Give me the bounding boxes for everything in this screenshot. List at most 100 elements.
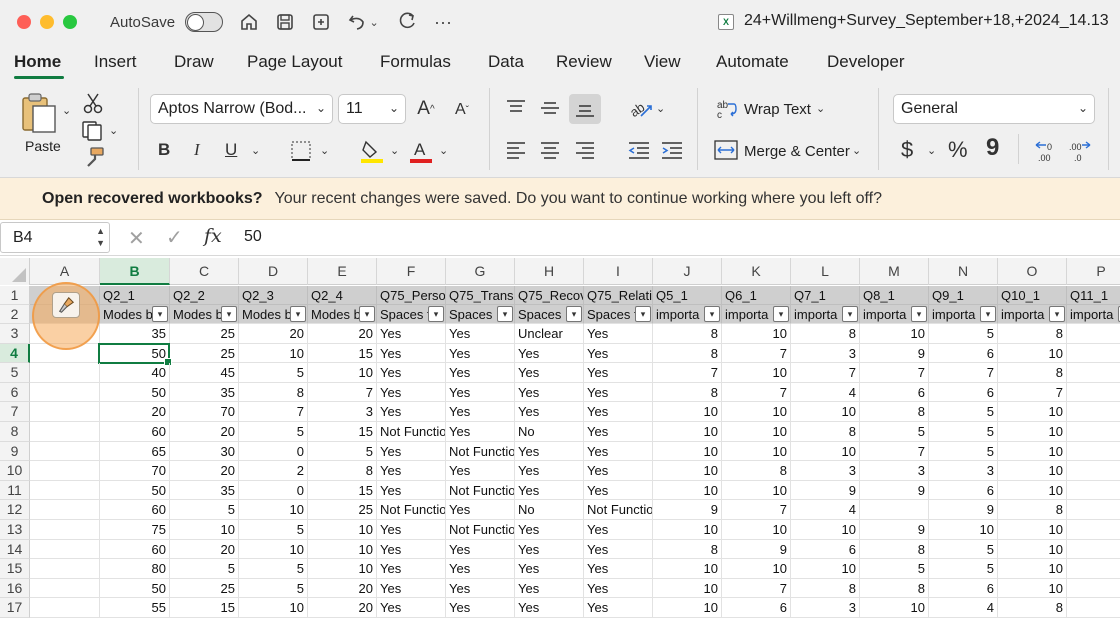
cell-c9[interactable]: 30 bbox=[170, 441, 239, 462]
filter-dropdown-icon[interactable]: ▾ bbox=[290, 306, 306, 322]
cell-a12[interactable] bbox=[30, 500, 100, 520]
cell-d11[interactable]: 0 bbox=[239, 480, 308, 501]
row-header-6[interactable]: 6 bbox=[0, 382, 30, 403]
increase-font-size-icon[interactable]: A ^ bbox=[414, 96, 438, 122]
row-header-10[interactable]: 10 bbox=[0, 461, 30, 481]
cell-i10[interactable]: Yes bbox=[584, 461, 653, 481]
cell-n14[interactable]: 5 bbox=[929, 539, 998, 560]
row-header-2[interactable]: 2 bbox=[0, 305, 30, 324]
cell-b9[interactable]: 65 bbox=[100, 441, 170, 462]
cell-e3[interactable]: 20 bbox=[308, 324, 377, 344]
cell-a9[interactable] bbox=[30, 441, 100, 462]
cell-m6[interactable]: 6 bbox=[860, 382, 929, 403]
cell-f8[interactable]: Not Functio bbox=[377, 422, 446, 442]
cell-f10[interactable]: Yes bbox=[377, 461, 446, 481]
cell-d17[interactable]: 10 bbox=[239, 598, 308, 618]
name-box-stepper-icon[interactable]: ▲ ▼ bbox=[96, 225, 105, 249]
cell-c16[interactable]: 25 bbox=[170, 578, 239, 599]
cell-c8[interactable]: 20 bbox=[170, 422, 239, 442]
column-header-o[interactable]: O bbox=[998, 258, 1067, 285]
column-header-l[interactable]: L bbox=[791, 258, 860, 285]
cell-a6[interactable] bbox=[30, 382, 100, 403]
save-as-icon[interactable] bbox=[311, 12, 331, 32]
cell-p12[interactable] bbox=[1067, 500, 1120, 520]
confirm-entry-icon[interactable]: ✓ bbox=[166, 225, 183, 250]
merge-center-dropdown-chevron-icon[interactable]: ⌄ bbox=[852, 144, 861, 157]
cell-m16[interactable]: 8 bbox=[860, 578, 929, 599]
cell-e11[interactable]: 15 bbox=[308, 480, 377, 501]
row-header-16[interactable]: 16 bbox=[0, 578, 30, 599]
cell-p9[interactable] bbox=[1067, 442, 1120, 462]
header-cell[interactable]: Q6_1 bbox=[722, 286, 791, 305]
column-header-k[interactable]: K bbox=[722, 258, 791, 285]
row-header-1[interactable]: 1 bbox=[0, 286, 30, 305]
cell-d6[interactable]: 8 bbox=[239, 382, 308, 403]
cell-h11[interactable]: Yes bbox=[515, 480, 584, 501]
cell-g13[interactable]: Not Functio bbox=[446, 520, 515, 540]
row-header-14[interactable]: 14 bbox=[0, 539, 30, 560]
cell-l15[interactable]: 10 bbox=[791, 559, 860, 579]
cell-e15[interactable]: 10 bbox=[308, 559, 377, 579]
increase-indent-icon[interactable] bbox=[660, 140, 684, 160]
font-name-select[interactable]: Aptos Narrow (Bod... ⌄ bbox=[150, 94, 333, 124]
cell-a16[interactable] bbox=[30, 578, 100, 599]
cell-b4[interactable]: 50 bbox=[100, 343, 170, 364]
header-cell[interactable]: Q7_1 bbox=[791, 286, 860, 305]
cell-f17[interactable]: Yes bbox=[377, 598, 446, 618]
cell-e12[interactable]: 25 bbox=[308, 500, 377, 520]
cell-k12[interactable]: 7 bbox=[722, 500, 791, 520]
font-color-dropdown-chevron-icon[interactable]: ⌄ bbox=[439, 144, 448, 157]
cell-b8[interactable]: 60 bbox=[100, 422, 170, 442]
cell-j15[interactable]: 10 bbox=[653, 559, 722, 579]
cell-i8[interactable]: Yes bbox=[584, 422, 653, 442]
cell-i13[interactable]: Yes bbox=[584, 520, 653, 540]
cell-h5[interactable]: Yes bbox=[515, 363, 584, 383]
cell-h8[interactable]: No bbox=[515, 422, 584, 442]
wrap-text-button[interactable]: Wrap Text bbox=[744, 101, 811, 118]
column-header-f[interactable]: F bbox=[377, 258, 446, 285]
cell-g3[interactable]: Yes bbox=[446, 324, 515, 344]
row-header-8[interactable]: 8 bbox=[0, 422, 30, 442]
cell-o17[interactable]: 8 bbox=[998, 598, 1067, 618]
cell-l3[interactable]: 8 bbox=[791, 324, 860, 344]
formula-input[interactable]: 50 bbox=[244, 228, 262, 246]
column-header-m[interactable]: M bbox=[860, 258, 929, 285]
cell-c7[interactable]: 70 bbox=[170, 402, 239, 422]
column-header-e[interactable]: E bbox=[308, 258, 377, 285]
cell-o8[interactable]: 10 bbox=[998, 422, 1067, 442]
cell-n9[interactable]: 5 bbox=[929, 441, 998, 462]
cell-k17[interactable]: 6 bbox=[722, 598, 791, 618]
decrease-decimal-icon[interactable]: .00.0 bbox=[1068, 138, 1092, 164]
cell-c6[interactable]: 35 bbox=[170, 382, 239, 403]
cell-j6[interactable]: 8 bbox=[653, 382, 722, 403]
cell-o16[interactable]: 10 bbox=[998, 578, 1067, 599]
paste-button[interactable] bbox=[18, 92, 60, 136]
cell-e6[interactable]: 7 bbox=[308, 382, 377, 403]
cell-e7[interactable]: 3 bbox=[308, 402, 377, 422]
cell-h3[interactable]: Unclear bbox=[515, 324, 584, 344]
filter-dropdown-icon[interactable]: ▾ bbox=[152, 306, 168, 322]
cell-p3[interactable]: 1 bbox=[1067, 324, 1120, 344]
cell-k6[interactable]: 7 bbox=[722, 382, 791, 403]
cell-g16[interactable]: Yes bbox=[446, 578, 515, 599]
cell-b17[interactable]: 55 bbox=[100, 598, 170, 618]
cell-m9[interactable]: 7 bbox=[860, 441, 929, 462]
align-right-icon[interactable] bbox=[574, 140, 596, 160]
cell-o14[interactable]: 10 bbox=[998, 539, 1067, 560]
cell-g7[interactable]: Yes bbox=[446, 402, 515, 422]
header-cell[interactable]: Q75_Recov bbox=[515, 286, 584, 305]
cell-h13[interactable]: Yes bbox=[515, 520, 584, 540]
cell-c5[interactable]: 45 bbox=[170, 363, 239, 383]
cell-i7[interactable]: Yes bbox=[584, 402, 653, 422]
cell-c17[interactable]: 15 bbox=[170, 598, 239, 618]
cell-p7[interactable]: 1 bbox=[1067, 402, 1120, 422]
cell-a15[interactable] bbox=[30, 559, 100, 579]
cell-k5[interactable]: 10 bbox=[722, 363, 791, 383]
cell-n13[interactable]: 10 bbox=[929, 520, 998, 540]
cell-j11[interactable]: 10 bbox=[653, 480, 722, 501]
cell-j13[interactable]: 10 bbox=[653, 520, 722, 540]
tab-page-layout[interactable]: Page Layout bbox=[247, 52, 342, 72]
cell-k8[interactable]: 10 bbox=[722, 422, 791, 442]
header-cell[interactable]: importa bbox=[1067, 305, 1120, 324]
cell-i17[interactable]: Yes bbox=[584, 598, 653, 618]
